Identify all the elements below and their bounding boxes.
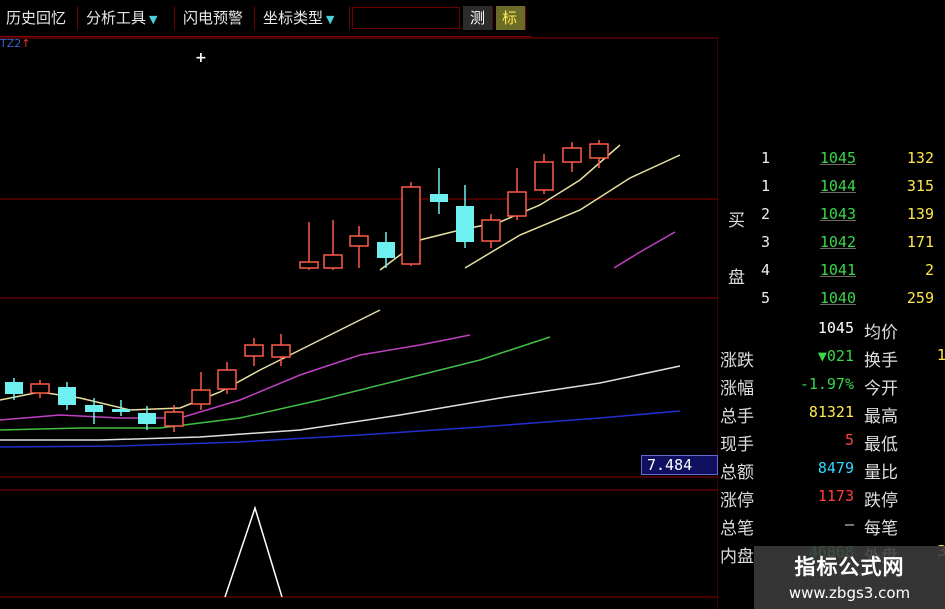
candle-body xyxy=(85,405,103,412)
candle-body xyxy=(164,411,184,427)
quote-label-2: 每笔 xyxy=(864,519,898,539)
order-price: 1044 xyxy=(819,177,856,195)
order-level: 1 xyxy=(761,149,771,167)
order-volume: 132 xyxy=(906,149,934,167)
quote-value: 1173 xyxy=(817,487,854,505)
order-book-row[interactable]: 2 1043 139 xyxy=(718,202,945,229)
quote-row: 总手 81321 最高 xyxy=(718,400,945,427)
candlestick-chart[interactable] xyxy=(0,0,718,609)
quote-label: 总额 xyxy=(720,463,754,483)
quote-label: 总笔 xyxy=(720,519,754,539)
candle-body xyxy=(323,254,343,269)
order-level: 2 xyxy=(761,205,771,223)
quote-row: 1045 均价 xyxy=(718,316,945,343)
quote-value: 1045 xyxy=(817,319,854,337)
quote-value: 81321 xyxy=(808,403,854,421)
quote-label-2: 跌停 xyxy=(864,491,898,511)
ma-line-magenta-right xyxy=(613,231,676,269)
quote-value: 8479 xyxy=(817,459,854,477)
quote-label-2: 最高 xyxy=(864,407,898,427)
quote-label-2: 均价 xyxy=(864,323,898,343)
candle-body xyxy=(456,206,474,242)
candle-body xyxy=(534,161,554,191)
candle-body xyxy=(191,389,211,405)
candle-body xyxy=(401,186,421,265)
quote-label: 涨停 xyxy=(720,491,754,511)
quote-label: 内盘 xyxy=(720,547,754,567)
order-price: 1045 xyxy=(819,149,856,167)
candles xyxy=(5,140,609,432)
quote-label-2: 最低 xyxy=(864,435,898,455)
order-book-row[interactable]: 1 1045 132 xyxy=(718,146,945,173)
candle-body xyxy=(112,409,130,412)
candle-body xyxy=(217,369,237,390)
quote-panel: 买 盘 1 1045 132 1 1044 315 2 1043 139 3 1042 171 4 104… xyxy=(718,138,945,609)
order-level: 5 xyxy=(761,289,771,307)
quote-value: -1.97% xyxy=(799,375,854,393)
order-book-row[interactable]: 3 1042 171 xyxy=(718,230,945,257)
order-price: 1040 xyxy=(819,289,856,307)
order-book-row[interactable]: 4 1041 2 xyxy=(718,258,945,285)
order-price: 1043 xyxy=(819,205,856,223)
indicator-line xyxy=(224,505,283,598)
candle-body xyxy=(377,242,395,258)
order-book-row[interactable]: 1 1044 315 xyxy=(718,174,945,201)
ma-line-yellow xyxy=(0,309,381,411)
quote-row: 涨跌 ▼021 换手 1 xyxy=(718,344,945,371)
quote-value: 5 xyxy=(844,431,854,449)
order-volume: 139 xyxy=(906,205,934,223)
candle-body xyxy=(589,143,609,159)
watermark-url: www.zbgs3.com xyxy=(788,584,911,602)
candle-body xyxy=(30,383,50,394)
candle-body xyxy=(299,261,319,269)
quote-row: 现手 5 最低 xyxy=(718,428,945,455)
watermark-title: 指标公式网 xyxy=(794,555,905,579)
candle-body xyxy=(481,219,501,242)
candle-body xyxy=(138,413,156,424)
chart-grid xyxy=(0,37,718,609)
candle-body xyxy=(5,382,23,394)
quote-label: 总手 xyxy=(720,407,754,427)
quote-row: 涨停 1173 跌停 xyxy=(718,484,945,511)
candle-body xyxy=(430,194,448,202)
quote-row: 涨幅 -1.97% 今开 xyxy=(718,372,945,399)
quote-value: – xyxy=(844,515,854,533)
moving-average-lines xyxy=(0,144,681,448)
quote-label-2: 今开 xyxy=(864,379,898,399)
candle-body xyxy=(562,147,582,163)
order-volume: 2 xyxy=(924,261,934,279)
order-price: 1042 xyxy=(819,233,856,251)
candle-body xyxy=(349,235,369,247)
candle-body xyxy=(271,344,291,358)
order-level: 1 xyxy=(761,177,771,195)
order-price: 1041 xyxy=(819,261,856,279)
candle-body xyxy=(507,191,527,217)
candle-body xyxy=(244,344,264,357)
order-volume: 171 xyxy=(906,233,934,251)
order-volume: 259 xyxy=(906,289,934,307)
quote-value: ▼021 xyxy=(817,347,854,365)
quote-label: 涨幅 xyxy=(720,379,754,399)
indicator-value-box: 7.484 xyxy=(641,455,718,475)
quote-label: 现手 xyxy=(720,435,754,455)
order-volume: 315 xyxy=(906,177,934,195)
order-level: 4 xyxy=(761,261,771,279)
quote-row: 总额 8479 量比 xyxy=(718,456,945,483)
quote-label: 涨跌 xyxy=(720,351,754,371)
quote-label-2: 量比 xyxy=(864,463,898,483)
candle-body xyxy=(58,387,76,405)
quote-row: 总笔 – 每笔 xyxy=(718,512,945,539)
quote-label-2: 换手 xyxy=(864,351,898,371)
order-book-row[interactable]: 5 1040 259 xyxy=(718,286,945,313)
watermark: 指标公式网 www.zbgs3.com xyxy=(754,546,945,609)
quote-extra: 1 xyxy=(937,346,945,364)
order-level: 3 xyxy=(761,233,771,251)
